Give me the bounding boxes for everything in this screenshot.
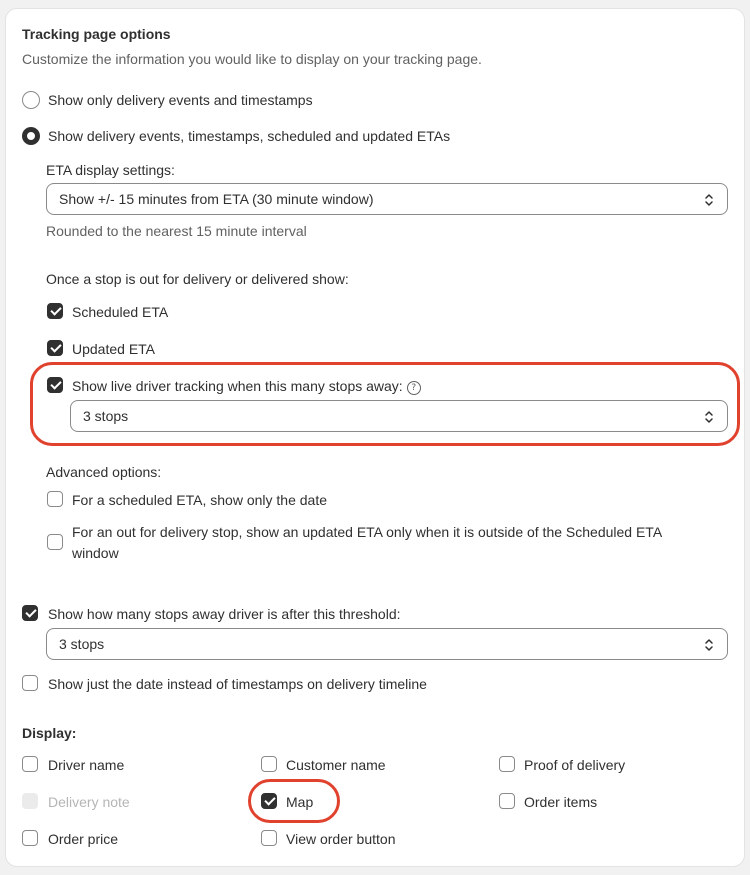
date-only-label: For a scheduled ETA, show only the date (72, 492, 327, 508)
order-price-checkbox[interactable] (22, 830, 38, 846)
date-instead-checkbox[interactable] (22, 675, 38, 691)
eta-display-select-value: Show +/- 15 minutes from ETA (30 minute … (59, 191, 374, 207)
proof-of-delivery-checkbox[interactable] (499, 756, 515, 772)
order-items-checkbox[interactable] (499, 793, 515, 809)
radio-events-etas-label: Show delivery events, timestamps, schedu… (48, 128, 451, 144)
map-highlight-annotation (248, 779, 340, 823)
page-title: Tracking page options (22, 26, 171, 42)
customer-name-label: Customer name (286, 757, 386, 773)
delivery-note-checkbox (22, 793, 38, 809)
order-price-label: Order price (48, 831, 119, 847)
stops-away-label: Show how many stops away driver is after… (48, 606, 401, 622)
radio-events-timestamps[interactable] (22, 91, 40, 109)
updated-outside-window-label-line1: For an out for delivery stop, show an up… (72, 524, 663, 540)
driver-name-checkbox[interactable] (22, 756, 38, 772)
out-for-delivery-heading: Once a stop is out for delivery or deliv… (46, 271, 349, 287)
date-only-checkbox[interactable] (47, 491, 63, 507)
updated-eta-checkbox[interactable] (47, 340, 63, 356)
stops-away-select[interactable]: 3 stops (46, 628, 728, 660)
radio-events-timestamps-label: Show only delivery events and timestamps (48, 92, 313, 108)
order-items-label: Order items (524, 794, 598, 810)
delivery-note-label: Delivery note (48, 794, 130, 810)
proof-of-delivery-label: Proof of delivery (524, 757, 626, 773)
updated-eta-label: Updated ETA (72, 341, 156, 357)
page-subtitle: Customize the information you would like… (22, 51, 482, 67)
eta-display-label: ETA display settings: (46, 162, 175, 178)
eta-display-help-text: Rounded to the nearest 15 minute interva… (46, 223, 307, 239)
updated-outside-window-checkbox[interactable] (47, 534, 63, 550)
customer-name-checkbox[interactable] (261, 756, 277, 772)
updated-outside-window-label-line2: window (72, 545, 119, 561)
radio-events-etas[interactable] (22, 127, 40, 145)
eta-display-select[interactable]: Show +/- 15 minutes from ETA (30 minute … (46, 183, 728, 215)
driver-name-label: Driver name (48, 757, 125, 773)
live-tracking-highlight-annotation (30, 362, 740, 446)
display-heading: Display: (22, 725, 77, 741)
chevron-up-down-icon (705, 639, 713, 651)
scheduled-eta-checkbox[interactable] (47, 303, 63, 319)
stops-away-checkbox[interactable] (22, 605, 38, 621)
view-order-button-label: View order button (286, 831, 396, 847)
date-instead-label: Show just the date instead of timestamps… (48, 676, 427, 692)
scheduled-eta-label: Scheduled ETA (72, 304, 169, 320)
chevron-up-down-icon (705, 194, 713, 206)
view-order-button-checkbox[interactable] (261, 830, 277, 846)
stops-away-select-value: 3 stops (59, 636, 105, 652)
advanced-options-heading: Advanced options: (46, 464, 162, 480)
